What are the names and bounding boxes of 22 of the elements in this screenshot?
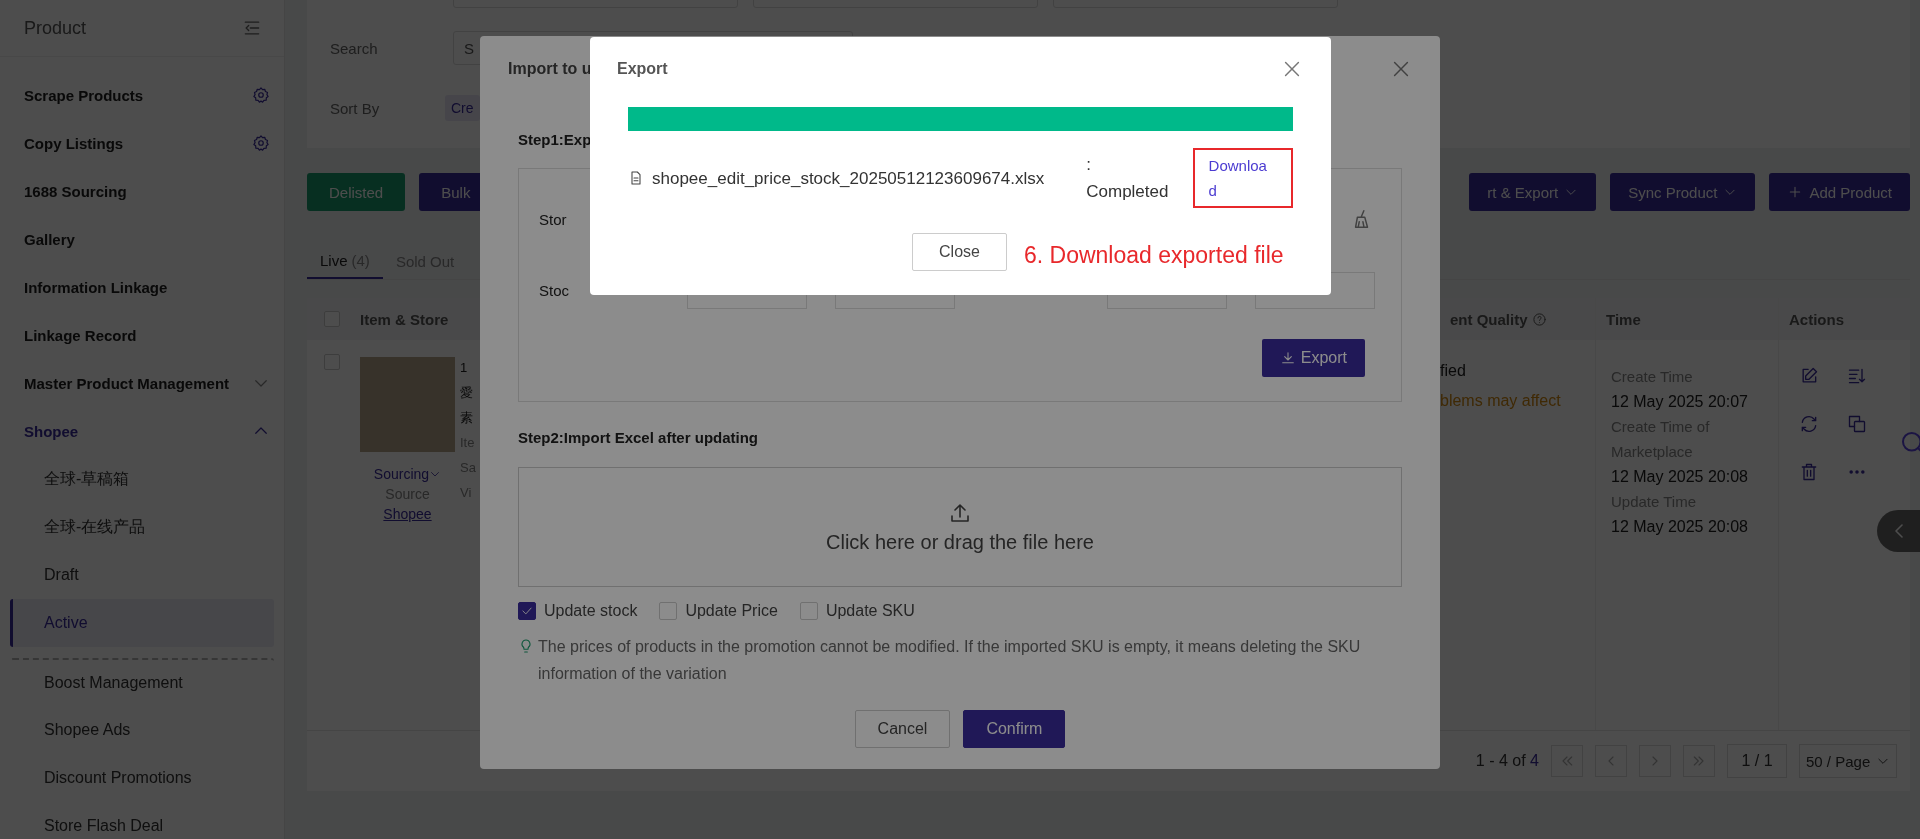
dialog-title: Import to u <box>508 60 592 78</box>
annotation-text: 6. Download exported file <box>1024 242 1284 269</box>
time-value: 12 May 2025 20:07 <box>1611 392 1749 412</box>
step-heading: Step2:Import Excel after updating <box>518 428 760 448</box>
quality-status: fied <box>1440 362 1467 380</box>
page-summary: 1 - 4 of 4 <box>1475 752 1539 770</box>
dialog-title: Export <box>617 60 668 78</box>
product-title: 素 <box>460 409 474 427</box>
checkbox-label: Update stock <box>544 602 638 620</box>
quality-warning: blems may affect <box>1440 392 1562 410</box>
time-value: 12 May 2025 20:08 <box>1611 467 1749 487</box>
checkbox-label: Update Price <box>685 602 778 620</box>
product-title: 1 <box>460 359 469 377</box>
field-label: Stoc <box>539 281 569 299</box>
time-value: 12 May 2025 20:08 <box>1611 517 1749 537</box>
step-heading: Step1:Exp <box>518 130 593 150</box>
field-label: Stor <box>539 210 567 228</box>
hint-text: The prices of products in the promotion cannot be modified. If the imported SKU is empty, it means deleting the SKU information of the variation <box>538 637 1362 684</box>
checkbox-label: Update SKU <box>825 602 915 620</box>
file-name: shopee_edit_price_stock_20250512123609674.xlsx <box>652 167 1046 190</box>
export-status: : Completed <box>1086 154 1170 203</box>
product-title: 愛 <box>460 384 474 402</box>
